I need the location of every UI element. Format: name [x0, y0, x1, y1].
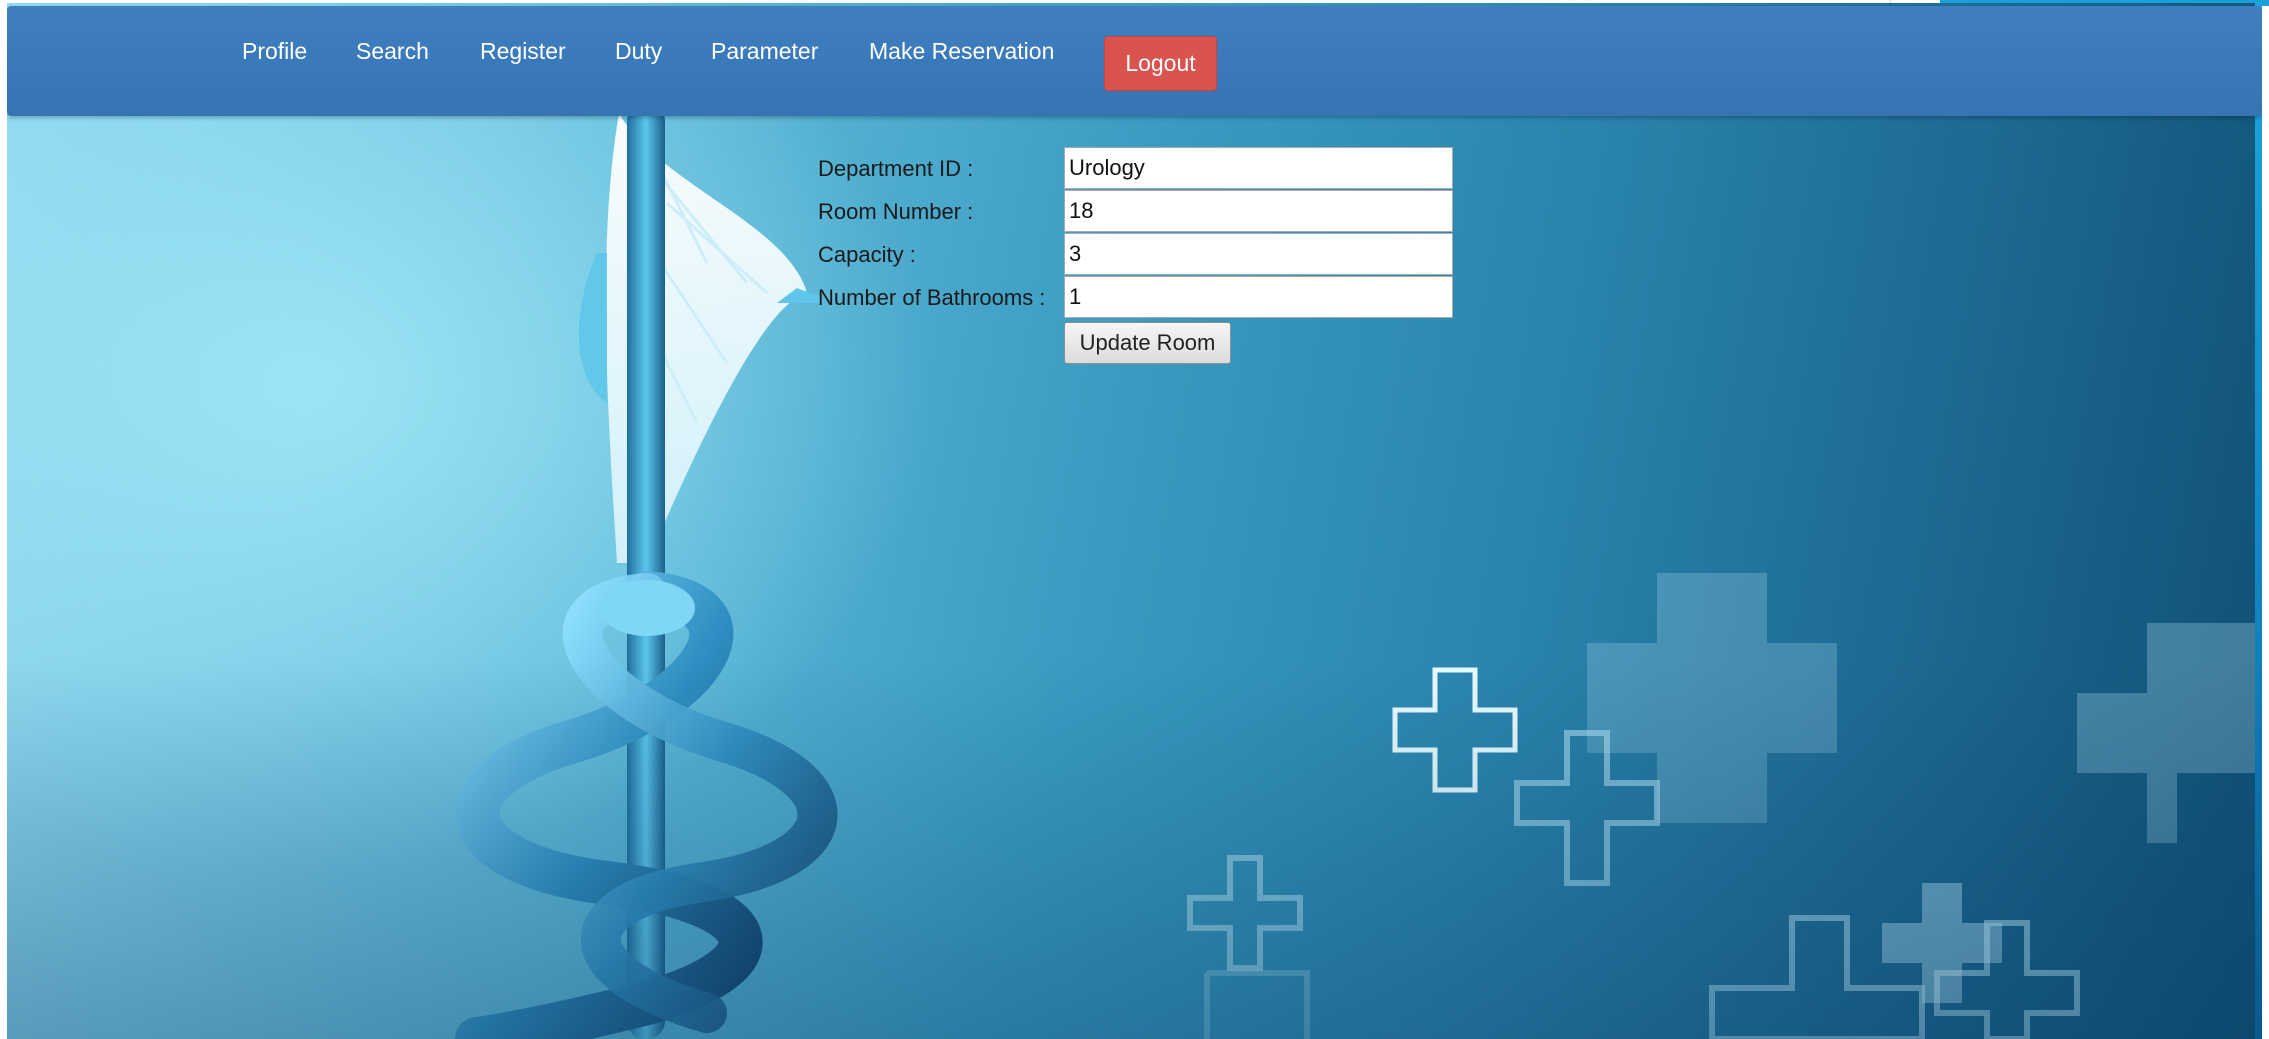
right-edge-strip — [2255, 3, 2262, 1039]
nav-parameter[interactable]: Parameter — [711, 38, 818, 65]
room-number-label: Room Number : — [818, 199, 974, 224]
department-id-input[interactable] — [1064, 147, 1453, 189]
caduceus-icon — [455, 103, 838, 1039]
top-navbar: Profile Search Register Duty Parameter M… — [7, 6, 2262, 116]
capacity-label: Capacity : — [818, 242, 916, 267]
medical-cross-icon — [1882, 623, 2262, 1003]
nav-search[interactable]: Search — [356, 38, 429, 65]
bathrooms-input[interactable] — [1064, 276, 1453, 318]
room-number-input[interactable] — [1064, 190, 1453, 232]
nav-duty[interactable]: Duty — [615, 38, 662, 65]
medical-cross-icon — [1392, 667, 1518, 793]
nav-profile[interactable]: Profile — [242, 38, 307, 65]
nav-register[interactable]: Register — [480, 38, 566, 65]
bathrooms-label: Number of Bathrooms : — [818, 285, 1046, 310]
logout-button[interactable]: Logout — [1104, 36, 1217, 91]
medical-cross-icon — [1204, 970, 1310, 1039]
nav-make-reservation[interactable]: Make Reservation — [869, 38, 1054, 65]
department-id-label: Department ID : — [818, 156, 974, 181]
page-background: Profile Search Register Duty Parameter M… — [7, 3, 2262, 1039]
update-room-button[interactable]: Update Room — [1064, 322, 1231, 364]
capacity-input[interactable] — [1064, 233, 1453, 275]
